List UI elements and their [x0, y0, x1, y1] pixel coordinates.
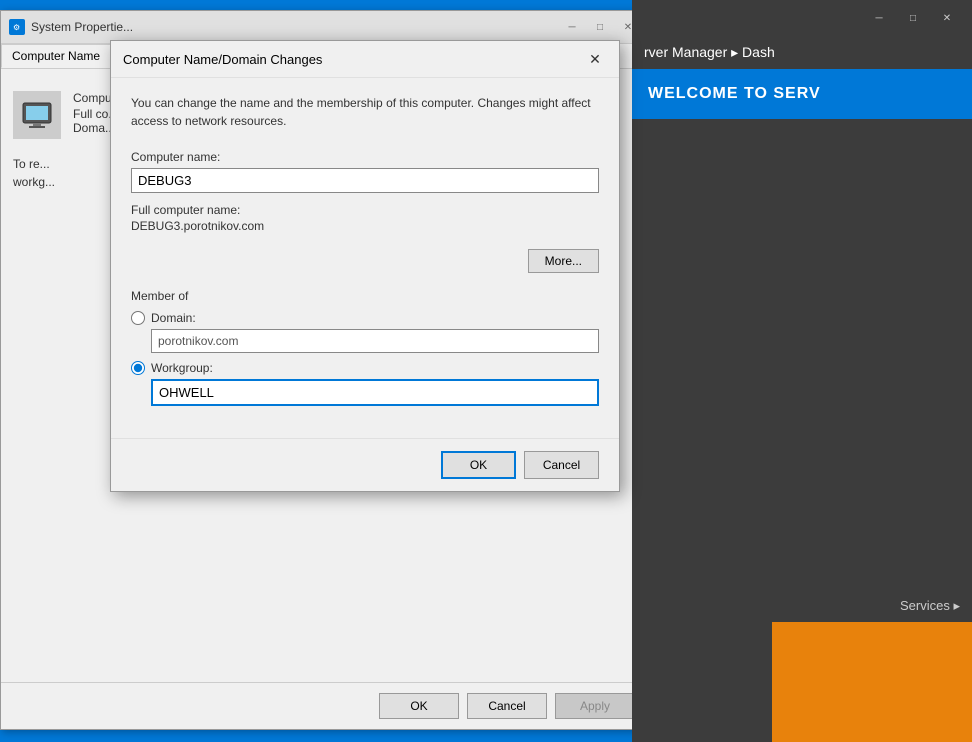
dialog-titlebar: Computer Name/Domain Changes ✕ [111, 41, 619, 78]
system-props-title: System Propertie... [31, 20, 133, 34]
sm-minimize-button[interactable]: ─ [866, 8, 892, 28]
server-manager-breadcrumb: rver Manager ▸ Dash [632, 36, 972, 69]
server-manager-panel: ─ □ ✕ rver Manager ▸ Dash WELCOME TO SER… [632, 0, 972, 742]
dialog-description: You can change the name and the membersh… [131, 94, 599, 130]
system-props-icon: ⚙ [9, 19, 25, 35]
sp-ok-button[interactable]: OK [379, 693, 459, 719]
services-row[interactable]: Services ▸ [632, 590, 972, 622]
more-btn-row: More... [131, 249, 599, 273]
dialog-close-button[interactable]: ✕ [583, 49, 607, 69]
full-computer-name-section: Full computer name: DEBUG3.porotnikov.co… [131, 203, 599, 233]
tab-computer-name-label: Computer Name [12, 49, 100, 63]
computer-name-label: Computer name: [131, 150, 599, 164]
server-manager-welcome: WELCOME TO SERV [632, 69, 972, 119]
workgroup-radio[interactable] [131, 361, 145, 375]
dialog-footer: OK Cancel [111, 438, 619, 491]
domain-radio[interactable] [131, 311, 145, 325]
domain-input[interactable] [151, 329, 599, 353]
sp-cancel-button[interactable]: Cancel [467, 693, 547, 719]
full-computer-name-label: Full computer name: [131, 203, 599, 217]
server-manager-topbar: ─ □ ✕ [632, 0, 972, 36]
member-of-section: Member of Domain: Workgroup: [131, 289, 599, 406]
system-props-footer: OK Cancel Apply [1, 682, 651, 729]
dialog-ok-button[interactable]: OK [441, 451, 516, 479]
sp-apply-button[interactable]: Apply [555, 693, 635, 719]
system-props-titlebar-left: ⚙ System Propertie... [9, 19, 133, 35]
workgroup-input-container [151, 379, 599, 406]
workgroup-radio-label: Workgroup: [151, 361, 213, 375]
more-button[interactable]: More... [528, 249, 599, 273]
minimize-button[interactable]: ─ [559, 17, 585, 37]
sm-maximize-button[interactable]: □ [900, 8, 926, 28]
dialog-title: Computer Name/Domain Changes [123, 52, 322, 67]
system-props-titlebar-controls: ─ □ ✕ [559, 17, 641, 37]
computer-name-group: Computer name: [131, 150, 599, 193]
full-computer-name-value: DEBUG3.porotnikov.com [131, 219, 599, 233]
workgroup-radio-row: Workgroup: [131, 361, 599, 375]
maximize-button[interactable]: □ [587, 17, 613, 37]
computer-name-input[interactable] [131, 168, 599, 193]
domain-radio-label: Domain: [151, 311, 196, 325]
sm-orange-panel [772, 622, 972, 742]
sm-close-button[interactable]: ✕ [934, 8, 960, 28]
computer-name-dialog: Computer Name/Domain Changes ✕ You can c… [110, 40, 620, 492]
domain-radio-row: Domain: [131, 311, 599, 325]
tab-computer-name[interactable]: Computer Name [1, 44, 111, 68]
dialog-cancel-button[interactable]: Cancel [524, 451, 599, 479]
svg-text:⚙: ⚙ [13, 23, 20, 32]
member-of-title: Member of [131, 289, 599, 303]
dialog-body: You can change the name and the membersh… [111, 78, 619, 438]
workgroup-input[interactable] [151, 379, 599, 406]
